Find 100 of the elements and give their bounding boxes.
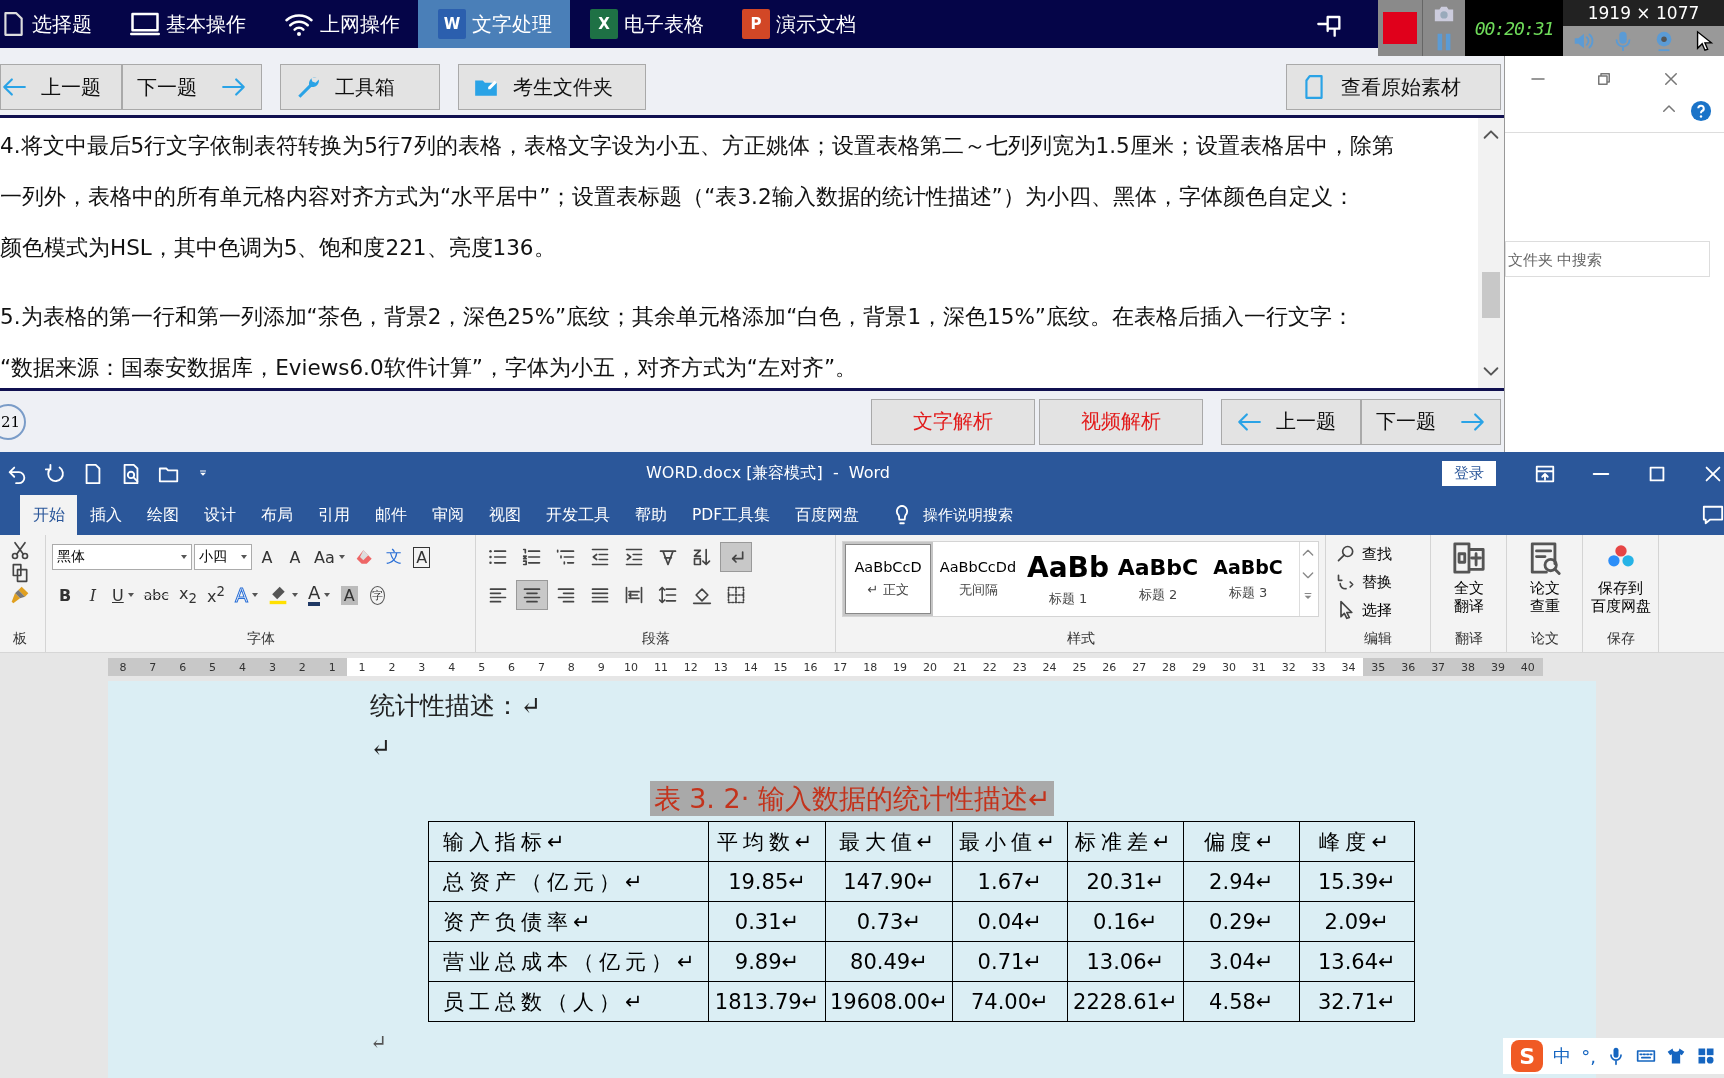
nav-tab[interactable]: 选择题: [0, 0, 110, 48]
nav-tab[interactable]: 基本操作: [110, 0, 264, 48]
ribbon-tab[interactable]: 视图: [476, 495, 533, 535]
ribbon-tab[interactable]: 开发工具: [533, 495, 622, 535]
case-button[interactable]: Aa: [310, 542, 349, 572]
underline-button[interactable]: U: [108, 580, 138, 610]
sup-button[interactable]: x$^{2}$: [202, 580, 229, 610]
help-icon[interactable]: [1690, 100, 1712, 122]
ruler-number: 3: [417, 660, 427, 674]
ribbon-tab[interactable]: 审阅: [419, 495, 476, 535]
sub-button[interactable]: x$_{2}$: [174, 580, 201, 610]
align-right-icon: [556, 585, 576, 605]
search-field[interactable]: 文件夹 中搜索: [1505, 241, 1710, 277]
ribbon-tab[interactable]: 引用: [305, 495, 362, 535]
tell-me-search[interactable]: 操作说明搜索: [923, 505, 1014, 525]
align-center-button[interactable]: [516, 580, 548, 610]
nav-tab[interactable]: X 电子表格: [570, 0, 722, 48]
ribbon-tab[interactable]: 邮件: [362, 495, 419, 535]
ribbon-tab[interactable]: 设计: [191, 495, 248, 535]
replace-button[interactable]: 替换: [1332, 569, 1424, 595]
italic-button[interactable]: I: [80, 580, 106, 610]
ribbon-tab[interactable]: 绘图: [134, 495, 191, 535]
ribbon-tab[interactable]: 插入: [77, 495, 134, 535]
ribbon-tab[interactable]: PDF工具集: [679, 495, 783, 535]
translate-button[interactable]: 全文 翻译: [1437, 541, 1500, 615]
ruler-number: 37: [1430, 660, 1447, 674]
ruler-number: 30: [1220, 660, 1237, 674]
ruler-number: 3: [267, 660, 277, 674]
table-cell: 74.00↵: [952, 981, 1068, 1022]
ruler-number: 2: [387, 660, 397, 674]
nav-tab[interactable]: W 文字处理: [418, 0, 570, 48]
login-button[interactable]: 登录: [1442, 461, 1496, 486]
ribbon-tab[interactable]: 帮助: [622, 495, 679, 535]
comment-icon[interactable]: [1702, 504, 1724, 526]
table-cell: 资产负债率↵: [428, 901, 709, 942]
eraser-icon: [354, 547, 375, 567]
student-folder-button[interactable]: 考生文件夹: [458, 64, 646, 110]
table-cell: 0.16↵: [1067, 901, 1184, 942]
find-button[interactable]: 查找: [1332, 541, 1424, 567]
cloud-button[interactable]: 保存到 百度网盘: [1589, 541, 1652, 615]
table-cell: 0.31↵: [708, 901, 826, 942]
video-analysis-button[interactable]: 视频解析: [1039, 398, 1203, 445]
style-name: ↵ 正文: [867, 581, 909, 599]
next-question-button[interactable]: 下一题: [1361, 398, 1501, 445]
phonetic-button[interactable]: 文: [380, 542, 407, 572]
border-button[interactable]: A: [408, 542, 435, 572]
fontcolor-button[interactable]: A: [303, 580, 335, 610]
ribbon-tab[interactable]: 百度网盘: [782, 495, 872, 535]
scrollbar-thumb[interactable]: [1482, 272, 1500, 318]
scrollbar[interactable]: [1478, 118, 1504, 388]
fill-icon: [692, 585, 712, 605]
shrink-button[interactable]: A: [282, 542, 308, 572]
font-size-field[interactable]: 小四: [194, 544, 252, 570]
redo-icon[interactable]: [44, 462, 66, 485]
previous-question-button[interactable]: 上一题: [0, 64, 122, 110]
view-source-button[interactable]: 查看原始素材: [1286, 64, 1501, 110]
ruler-number: 25: [1071, 660, 1088, 674]
table-header-cell: 偏度↵: [1183, 821, 1300, 862]
grow-button[interactable]: A: [254, 542, 280, 572]
ruler-number: 23: [1011, 660, 1028, 674]
toolbox-button[interactable]: 工具箱: [280, 64, 440, 110]
next-question-button[interactable]: 下一题: [122, 64, 262, 110]
punctuation-toggle[interactable]: °,: [1581, 1045, 1596, 1067]
table-caption: 表 3. 2· 输入数据的统计性描述↵: [649, 781, 1055, 816]
bold-button[interactable]: B: [52, 580, 78, 610]
ruler-number: 26: [1101, 660, 1118, 674]
borders-icon: [726, 585, 746, 605]
language-toggle[interactable]: 中: [1553, 1044, 1572, 1068]
nav-tab[interactable]: 上网操作: [264, 0, 418, 48]
paper-button[interactable]: 论文 查重: [1513, 541, 1576, 615]
enclose-button[interactable]: 字: [364, 580, 391, 610]
ruler-number: 14: [742, 660, 759, 674]
style-preview: AaBb: [1027, 550, 1109, 584]
brush-icon[interactable]: [9, 585, 30, 605]
ruler-number: 5: [477, 660, 487, 674]
font-name-field[interactable]: 黑体: [52, 544, 192, 570]
table-cell: 0.73↵: [825, 901, 953, 942]
marks-button[interactable]: [720, 542, 752, 572]
ribbon-tab[interactable]: 布局: [248, 495, 305, 535]
document-text: ↵: [370, 1030, 387, 1056]
app-icon: W: [438, 9, 466, 39]
ruler-number: 20: [922, 660, 938, 674]
text-analysis-button[interactable]: 文字解析: [871, 398, 1035, 445]
group-label: 翻译: [1453, 630, 1484, 648]
shade-button[interactable]: A: [336, 580, 363, 610]
select-button[interactable]: 选择: [1332, 597, 1424, 623]
grid-icon[interactable]: [1696, 1046, 1716, 1066]
align-left-icon: [488, 585, 508, 605]
table-cell: 4.58↵: [1183, 981, 1300, 1022]
scissors-icon[interactable]: [9, 541, 30, 561]
previous-question-button[interactable]: 上一题: [1221, 398, 1361, 445]
table-cell: 2.94↵: [1183, 861, 1300, 902]
instruction-text: 一列外，表格中的所有单元格内容对齐方式为“水平居中”；设置表标题（“表3.2输入数据的统计性描述”）为小四、黑体，字体颜色自定义：: [0, 183, 1356, 211]
ribbon-tab[interactable]: 开始: [20, 495, 77, 535]
outdent-icon: [590, 547, 610, 567]
instruction-text: 5.为表格的第一行和第一列添加“茶色，背景2，深色25%”底纹；其余单元格添加“白色，背景1，深色15%”底纹。在表格后插入一行文字：: [0, 303, 1355, 331]
ruler-number: 38: [1460, 660, 1476, 674]
style-item[interactable]: AaBbCcD ↵ 正文: [843, 542, 933, 616]
shirt-icon[interactable]: [1666, 1046, 1686, 1066]
nav-tab[interactable]: P 演示文档: [722, 0, 874, 48]
